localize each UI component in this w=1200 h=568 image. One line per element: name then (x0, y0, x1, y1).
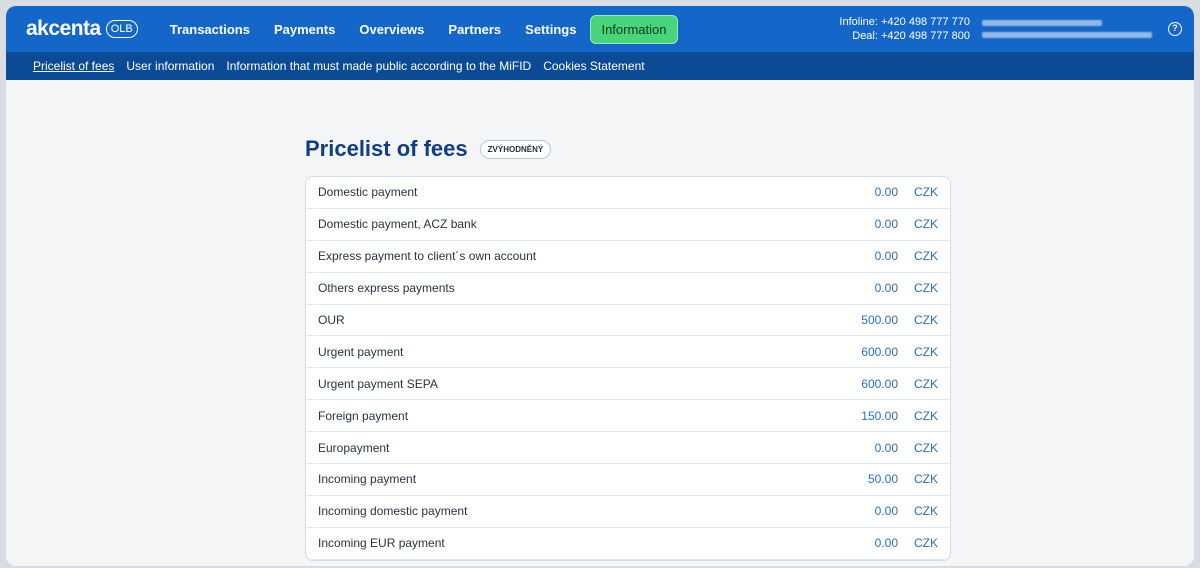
fee-name: Europayment (318, 440, 390, 455)
fee-name: Urgent payment (318, 344, 404, 359)
top-bar: akcenta OLB Transactions Payments Overvi… (6, 6, 1194, 52)
table-row: OUR 500.00 CZK (306, 305, 950, 337)
sub-nav: Pricelist of fees User information Infor… (6, 52, 1194, 80)
title-row: Pricelist of fees ZVÝHODNĚNÝ (305, 136, 951, 162)
fee-name: OUR (318, 313, 345, 327)
redacted-line (982, 20, 1102, 26)
subnav-mifid[interactable]: Information that must made public accord… (226, 59, 531, 73)
fee-amount: 0.00 (874, 281, 898, 296)
table-row: Express payment to client´s own account … (306, 241, 950, 273)
fee-name: Express payment to client´s own account (318, 249, 537, 264)
nav-information[interactable]: Information (590, 14, 678, 44)
subnav-user-information[interactable]: User information (126, 59, 214, 73)
fee-currency: CZK (914, 472, 938, 487)
fee-currency: CZK (914, 408, 938, 423)
fee-name: Foreign payment (318, 408, 409, 423)
user-info-redacted (982, 20, 1152, 38)
fee-name: Urgent payment SEPA (318, 376, 438, 391)
table-row: Foreign payment 150.00 CZK (306, 400, 950, 433)
fee-currency: CZK (914, 344, 938, 359)
fee-amount: 0.00 (874, 249, 898, 264)
main-nav: Transactions Payments Overviews Partners… (160, 14, 678, 44)
fee-amount: 150.00 (861, 408, 898, 423)
fee-currency: CZK (914, 313, 938, 327)
subnav-cookies[interactable]: Cookies Statement (543, 59, 644, 73)
fee-amount: 0.00 (874, 217, 898, 232)
fee-amount: 600.00 (861, 376, 898, 391)
fee-currency: CZK (914, 504, 938, 519)
nav-overviews[interactable]: Overviews (349, 16, 434, 43)
contact-info: Infoline: +420 498 777 770 Deal: +420 49… (839, 15, 970, 43)
page-title: Pricelist of fees (305, 136, 468, 161)
fee-currency: CZK (914, 249, 938, 264)
logo[interactable]: akcenta OLB (26, 17, 138, 41)
fee-name: Domestic payment, ACZ bank (318, 217, 477, 232)
fee-name: Domestic payment (318, 185, 418, 200)
nav-transactions[interactable]: Transactions (160, 16, 260, 43)
fee-currency: CZK (914, 185, 938, 200)
fee-amount: 600.00 (861, 344, 898, 359)
table-row: Urgent payment SEPA 600.00 CZK (306, 368, 950, 401)
fee-amount: 0.00 (874, 504, 898, 519)
fee-name: Incoming domestic payment (318, 504, 468, 519)
fee-currency: CZK (914, 217, 938, 232)
main-content: Pricelist of fees ZVÝHODNĚNÝ Domestic pa… (305, 136, 951, 561)
fee-name: Others express payments (318, 281, 455, 296)
table-row: Domestic payment 0.00 CZK (306, 177, 950, 209)
deal-text: Deal: +420 498 777 800 (852, 30, 970, 42)
logo-badge: OLB (105, 20, 138, 38)
fee-currency: CZK (914, 376, 938, 391)
nav-settings[interactable]: Settings (515, 16, 586, 43)
nav-payments[interactable]: Payments (264, 16, 345, 43)
table-row: Europayment 0.00 CZK (306, 432, 950, 465)
infoline-text: Infoline: +420 498 777 770 (839, 16, 970, 28)
question-circle-icon[interactable]: ? (1168, 22, 1182, 36)
status-badge: ZVÝHODNĚNÝ (479, 139, 552, 159)
table-row: Incoming EUR payment 0.00 CZK (306, 528, 950, 560)
fee-amount: 500.00 (861, 313, 898, 327)
fee-currency: CZK (914, 536, 938, 551)
fee-name: Incoming payment (318, 472, 417, 487)
fee-amount: 0.00 (874, 185, 898, 200)
logo-text: akcenta (26, 17, 101, 40)
redacted-line (982, 32, 1152, 38)
table-row: Incoming payment 50.00 CZK (306, 464, 950, 496)
nav-partners[interactable]: Partners (438, 16, 511, 43)
app-window: akcenta OLB Transactions Payments Overvi… (6, 6, 1194, 566)
fee-currency: CZK (914, 281, 938, 296)
table-row: Others express payments 0.00 CZK (306, 273, 950, 305)
table-row: Incoming domestic payment 0.00 CZK (306, 496, 950, 528)
fee-currency: CZK (914, 440, 938, 455)
table-row: Urgent payment 600.00 CZK (306, 336, 950, 369)
subnav-pricelist[interactable]: Pricelist of fees (33, 59, 114, 73)
fee-amount: 0.00 (874, 536, 898, 551)
fee-amount: 0.00 (874, 440, 898, 455)
fee-amount: 50.00 (867, 472, 898, 487)
fee-table: Domestic payment 0.00 CZK Domestic payme… (305, 176, 951, 561)
fee-name: Incoming EUR payment (318, 536, 445, 551)
table-row: Domestic payment, ACZ bank 0.00 CZK (306, 209, 950, 241)
